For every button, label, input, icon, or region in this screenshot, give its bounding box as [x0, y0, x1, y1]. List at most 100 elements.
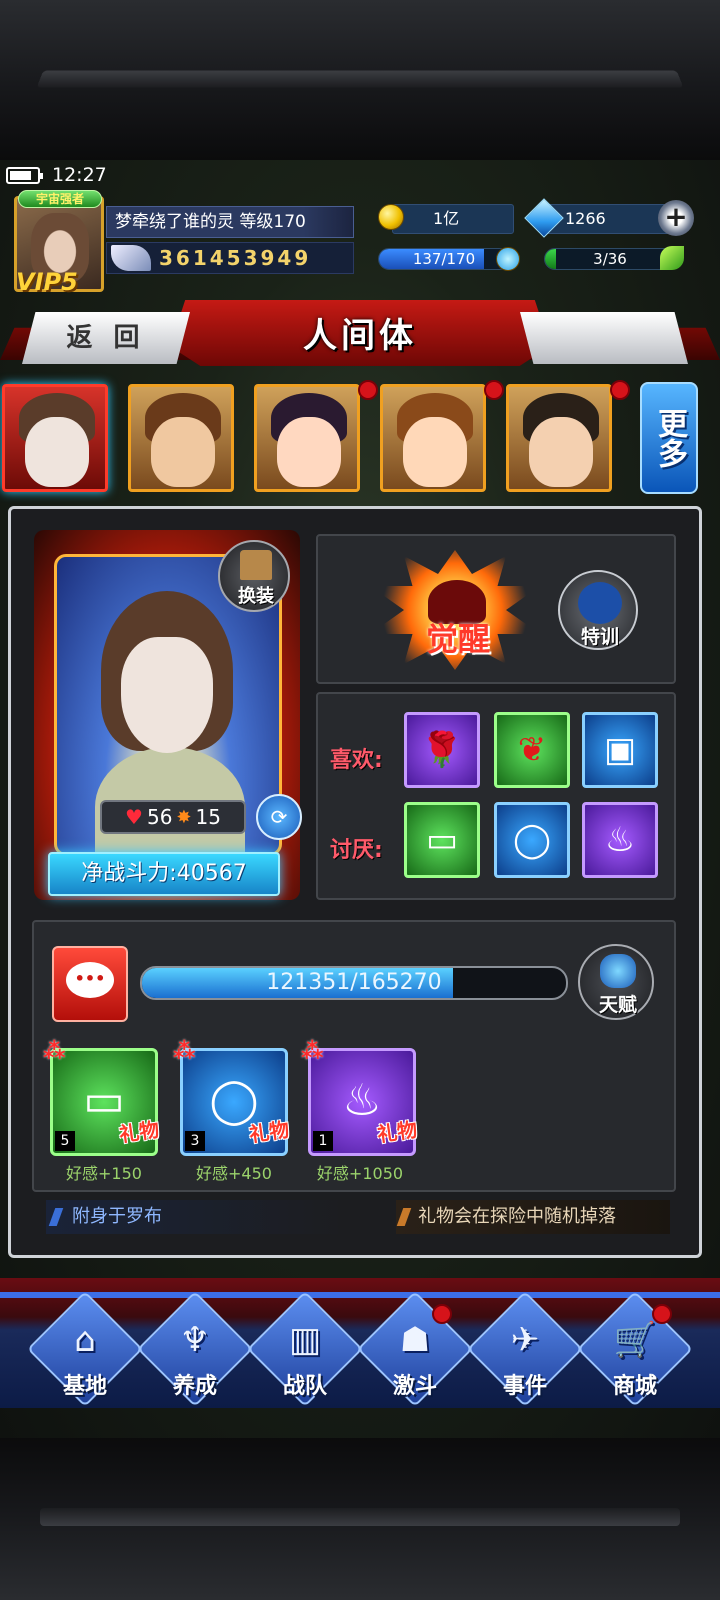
portrait-face	[151, 417, 215, 487]
nav-battle-badge	[432, 1304, 452, 1324]
player-id-box: 361453949	[106, 242, 354, 274]
gift-affinity: 好感+1050	[316, 1164, 404, 1183]
train-label: 特训	[580, 626, 619, 648]
nav-label: 事件	[502, 1374, 547, 1399]
swap-character-button[interactable]: ⟳	[256, 794, 302, 840]
status-bar: 12:27	[0, 160, 720, 190]
gift-item-1[interactable]: ⁂ ▭ 5 礼物	[43, 1039, 161, 1156]
add-gems-button[interactable]: +	[658, 200, 694, 236]
portrait-face	[25, 417, 89, 487]
more-button[interactable]: 更多	[640, 382, 698, 494]
portrait-1[interactable]	[2, 384, 108, 492]
drop-hint: 礼物会在探险中随机掉落	[396, 1200, 670, 1234]
nav-battle[interactable]: ☗ 激斗	[357, 1291, 473, 1408]
game-screen: 12:27 宇宙强者 VIP5 梦牵绕了谁的灵 等级170 361453949 …	[0, 160, 720, 1438]
dislike-item-ring[interactable]: ◯	[494, 802, 570, 878]
event-icon: ✈	[510, 1320, 540, 1360]
ninja-icon	[578, 582, 622, 624]
ring-icon: ◯	[512, 820, 552, 860]
like-item-scarf[interactable]: ❦	[494, 712, 570, 788]
gift-item-3[interactable]: ⁂ ♨ 1 礼物	[301, 1039, 419, 1156]
outfit-button[interactable]: 换装	[218, 540, 290, 612]
hearts-value: 56	[146, 805, 173, 829]
gift-affinity: 好感+150	[66, 1164, 142, 1183]
like-item-gadget[interactable]: ▣	[582, 712, 658, 788]
shop-icon: 🛒	[613, 1320, 657, 1360]
talent-label: 天赋	[598, 994, 637, 1016]
nav-label: 激斗	[392, 1374, 437, 1399]
nav-shop[interactable]: 🛒 商城	[577, 1291, 693, 1408]
team-icon: ▥	[288, 1320, 322, 1360]
nav-team[interactable]: ▥ 战队	[247, 1291, 363, 1408]
gift-count: 1	[313, 1131, 333, 1151]
talent-button[interactable]: 天赋	[578, 944, 654, 1020]
gift-count: 3	[185, 1131, 205, 1151]
clock: 12:27	[52, 164, 107, 186]
portrait-3[interactable]	[254, 384, 360, 492]
energy-bar: 137/170	[378, 248, 510, 270]
chat-button[interactable]	[52, 946, 128, 1022]
portrait-face	[529, 417, 593, 487]
rose-icon: 🌹	[420, 730, 464, 770]
combat-power: 净战斗力:40567	[48, 852, 280, 896]
portrait-5-badge	[610, 380, 630, 400]
energy-text: 137/170	[412, 250, 476, 268]
leaf-icon	[660, 246, 684, 270]
gold-display: 1亿	[392, 204, 514, 234]
vip-badge[interactable]: VIP5	[16, 268, 78, 296]
top-bezel-bar	[36, 70, 684, 88]
player-name-level: 梦牵绕了谁的灵 等级170	[106, 206, 354, 238]
gift-tag: 礼物	[375, 1117, 419, 1147]
dislike-item-sign[interactable]: ▭	[404, 802, 480, 878]
coin-icon	[378, 204, 404, 230]
battle-icon: ☗	[399, 1320, 431, 1360]
portrait-2[interactable]	[128, 384, 234, 492]
portrait-4-badge	[484, 380, 504, 400]
nav-base[interactable]: ⌂ 基地	[27, 1291, 143, 1408]
nav-label: 商城	[612, 1374, 657, 1399]
energy-icon	[496, 247, 520, 271]
preferences-panel: 喜欢: 讨厌: 🌹 ❦ ▣ ▭ ◯ ♨	[316, 692, 676, 900]
dislikes-label: 讨厌:	[330, 838, 383, 863]
portrait-face	[403, 417, 467, 487]
nav-label: 养成	[172, 1374, 217, 1399]
awaken-label[interactable]: 觉醒	[398, 614, 518, 660]
train-button[interactable]: 特训	[558, 570, 638, 650]
gift-affinity: 好感+450	[196, 1164, 272, 1183]
stamina-bar: 3/36	[544, 248, 676, 270]
dislike-item-towel[interactable]: ♨	[582, 802, 658, 878]
battery-fill	[10, 170, 31, 180]
likes-label: 喜欢:	[330, 748, 383, 773]
nav-event[interactable]: ✈ 事件	[467, 1291, 583, 1408]
bottom-bezel-bar	[40, 1508, 680, 1526]
affection-progress-text: 121351/165270	[266, 970, 442, 995]
gift-count: 5	[55, 1131, 75, 1151]
affection-progress: 121351/165270	[140, 966, 568, 1000]
back-button[interactable]: 返 回	[22, 312, 190, 364]
talent-pot-icon	[600, 954, 636, 988]
scarf-icon: ❦	[517, 730, 547, 770]
gift-item-2[interactable]: ⁂ ◯ 3 礼物	[173, 1039, 291, 1156]
awakening-value: 15	[195, 805, 221, 829]
character-face	[121, 637, 213, 753]
nav-training[interactable]: ♆ 养成	[137, 1291, 253, 1408]
like-item-rose[interactable]: 🌹	[404, 712, 480, 788]
jacket-icon	[240, 550, 272, 580]
awakening-icon: ✸	[176, 806, 192, 828]
bottom-bezel	[0, 1438, 720, 1600]
portrait-5[interactable]	[506, 384, 612, 492]
gift-tag: 礼物	[117, 1117, 161, 1147]
gadget-icon: ▣	[603, 730, 637, 770]
awaken-panel: 觉醒 特训	[316, 534, 676, 684]
stamina-text: 3/36	[593, 250, 627, 268]
towel-icon: ♨	[604, 820, 636, 860]
portrait-4[interactable]	[380, 384, 486, 492]
portrait-3-badge	[358, 380, 378, 400]
page-title: 人间体	[303, 316, 417, 356]
bottom-nav: ⌂ 基地 ♆ 养成 ▥ 战队 ☗ 激斗 ✈ 事件 🛒 商城	[0, 1278, 720, 1408]
gift-tag: 礼物	[247, 1117, 291, 1147]
sign-icon: ▭	[425, 820, 459, 860]
heart-icon: ♥	[125, 805, 143, 829]
title-badge: 宇宙强者	[18, 190, 102, 208]
wing-icon	[111, 245, 151, 271]
